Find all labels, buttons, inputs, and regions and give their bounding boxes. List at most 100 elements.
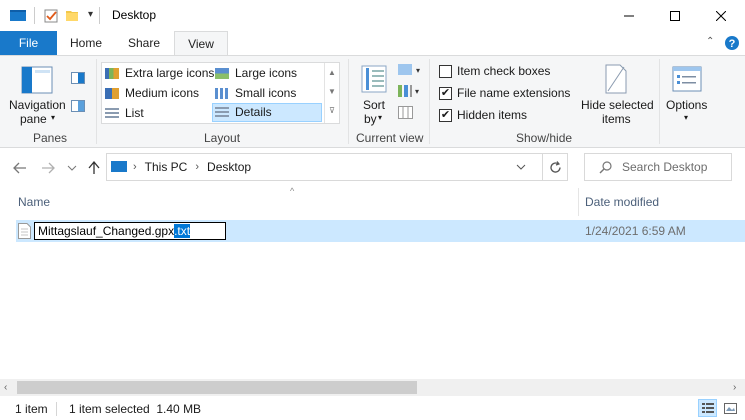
close-button[interactable]: [698, 0, 744, 31]
details-view-icon: [701, 403, 714, 413]
layout-list[interactable]: List: [105, 104, 144, 123]
item-check-boxes-checkbox[interactable]: [439, 64, 452, 78]
status-bar: 1 item 1 item selected 1.40 MB: [0, 397, 745, 420]
properties-quick-access-icon[interactable]: [44, 9, 59, 23]
extra-large-icons-icon: [105, 68, 119, 79]
hidden-items-checkbox[interactable]: ✔: [439, 108, 452, 122]
chevron-down-icon: [516, 164, 526, 170]
up-arrow-icon: [88, 161, 100, 174]
column-resize-handle[interactable]: [578, 188, 579, 216]
dropdown-arrow-icon: ▾: [684, 113, 689, 122]
ribbon: Navigation pane ▾ Panes Extra large icon…: [0, 55, 745, 148]
scroll-left-icon[interactable]: ‹: [4, 382, 7, 393]
scrollbar-thumb[interactable]: [17, 381, 417, 394]
add-columns-button[interactable]: ▾: [398, 84, 422, 101]
layout-item-label: Details: [235, 105, 272, 119]
group-separator: [429, 59, 430, 144]
close-icon: [716, 10, 726, 21]
minimize-button[interactable]: [606, 0, 652, 31]
details-view-button[interactable]: [698, 399, 717, 417]
layout-gallery: Extra large icons Large icons Medium ico…: [101, 62, 340, 124]
rename-text: Mittagslauf_Changed.gpx: [38, 224, 175, 238]
details-pane-icon[interactable]: [71, 100, 85, 112]
sort-by-label-2: by: [364, 112, 377, 126]
back-button[interactable]: [10, 158, 30, 178]
up-button[interactable]: [84, 158, 104, 178]
hide-selected-items-button[interactable]: Hide selected items: [578, 60, 654, 128]
maximize-icon: [670, 10, 680, 21]
size-all-columns-button[interactable]: [398, 106, 414, 123]
search-icon: [599, 160, 612, 173]
navigation-bar: › This PC › Desktop Search Desktop: [0, 148, 745, 188]
svg-text:?: ?: [729, 38, 736, 50]
hidden-items-toggle[interactable]: ✔ Hidden items: [439, 108, 527, 122]
breadcrumb-desktop[interactable]: Desktop: [207, 160, 251, 174]
tab-file[interactable]: File: [0, 31, 57, 55]
sort-by-label: Sort: [363, 98, 386, 112]
large-icons-icon: [215, 68, 229, 79]
navigation-pane-label: Navigation: [9, 98, 66, 112]
search-box[interactable]: Search Desktop: [584, 153, 732, 181]
new-folder-quick-access-icon[interactable]: [66, 9, 80, 22]
search-placeholder: Search Desktop: [622, 160, 708, 174]
group-label-current-view: Current view: [356, 131, 424, 145]
add-columns-icon: ▾: [398, 85, 419, 97]
help-icon[interactable]: ?: [724, 35, 740, 51]
layout-details[interactable]: Details: [212, 103, 322, 122]
options-button[interactable]: Options ▾: [664, 60, 710, 128]
layout-item-label: Large icons: [235, 66, 298, 80]
layout-extra-large-icons[interactable]: Extra large icons: [105, 64, 214, 83]
status-selection: 1 item selected 1.40 MB: [69, 402, 202, 416]
recent-locations-button[interactable]: [62, 158, 82, 178]
layout-medium-icons[interactable]: Medium icons: [105, 84, 199, 103]
ribbon-tabs: File Home Share View ⌃ ?: [0, 31, 745, 56]
title-separator: [34, 7, 35, 24]
group-by-button[interactable]: ▾: [398, 64, 422, 79]
status-item-count: 1 item: [15, 402, 48, 416]
layout-large-icons[interactable]: Large icons: [215, 64, 297, 83]
breadcrumb-this-pc[interactable]: This PC: [145, 160, 188, 174]
medium-icons-icon: [105, 88, 119, 99]
group-separator: [348, 59, 349, 144]
file-name-extensions-toggle[interactable]: ✔ File name extensions: [439, 86, 570, 100]
horizontal-scrollbar[interactable]: ‹ ›: [0, 379, 745, 396]
file-name-extensions-label: File name extensions: [457, 86, 571, 100]
text-file-icon: [18, 223, 31, 239]
explorer-window-icon: [10, 10, 26, 21]
layout-gallery-scroll[interactable]: ▲ ▼ ⊽: [324, 63, 339, 123]
group-label-show-hide: Show/hide: [516, 131, 573, 145]
tab-home[interactable]: Home: [62, 31, 110, 55]
column-header-date-modified[interactable]: Date modified: [585, 195, 659, 209]
options-icon: [672, 66, 702, 92]
navigation-pane-button[interactable]: Navigation pane ▾: [6, 60, 68, 128]
item-check-boxes-toggle[interactable]: Item check boxes: [439, 64, 550, 78]
file-name-extensions-checkbox[interactable]: ✔: [439, 86, 452, 100]
forward-button[interactable]: [38, 158, 58, 178]
rename-input[interactable]: Mittagslauf_Changed.gpx .txt: [34, 222, 226, 240]
hide-selected-label: Hide selected: [581, 98, 654, 112]
address-history-button[interactable]: [516, 160, 526, 174]
tab-share[interactable]: Share: [117, 31, 171, 55]
maximize-button[interactable]: [652, 0, 698, 31]
sort-ascending-icon: ^: [290, 186, 295, 196]
selected-extension-text: .txt: [174, 224, 191, 238]
back-arrow-icon: [13, 162, 26, 174]
preview-pane-icon[interactable]: [71, 72, 85, 84]
refresh-button[interactable]: [542, 153, 568, 181]
file-date-modified: 1/24/2021 6:59 AM: [585, 224, 686, 238]
layout-small-icons[interactable]: Small icons: [215, 84, 296, 103]
details-icon: [215, 107, 229, 118]
svg-text:▾: ▾: [416, 66, 420, 75]
minimize-ribbon-icon[interactable]: ⌃: [706, 36, 714, 47]
address-bar[interactable]: › This PC › Desktop: [106, 153, 568, 181]
scroll-right-icon[interactable]: ›: [733, 382, 736, 393]
large-icons-view-button[interactable]: [721, 399, 740, 417]
size-columns-to-fit-icon: [398, 106, 413, 119]
group-label-panes: Panes: [33, 131, 68, 145]
customize-quick-access-icon[interactable]: ▾: [88, 9, 93, 20]
column-header-name[interactable]: Name: [18, 195, 50, 209]
sort-by-button[interactable]: Sort by ▾: [356, 60, 392, 128]
tab-view[interactable]: View: [174, 31, 228, 56]
svg-text:▾: ▾: [415, 87, 419, 96]
group-by-icon: ▾: [398, 64, 420, 75]
